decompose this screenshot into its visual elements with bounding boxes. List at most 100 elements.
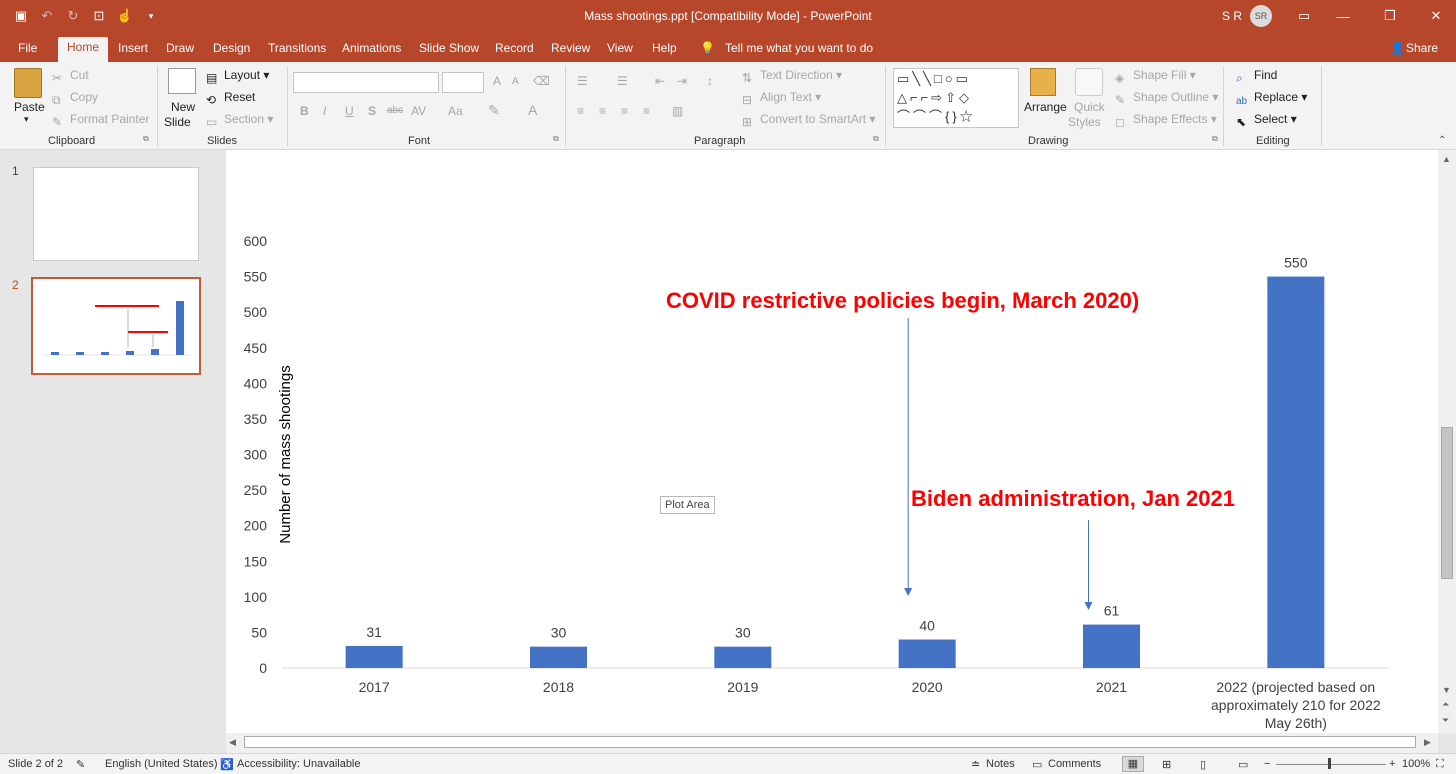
spelling-icon[interactable]: ✎ [76,758,85,771]
font-color-icon[interactable]: A [528,102,537,118]
tab-view[interactable]: View [607,39,633,61]
tab-file[interactable]: File [18,39,37,61]
clear-formatting-icon[interactable]: ⌫ [533,74,550,88]
align-center-icon[interactable]: ≡ [599,104,606,118]
shape-effects-button[interactable]: ◻ Shape Effects ▾ [1115,112,1217,129]
justify-icon[interactable]: ≡ [643,104,650,118]
replace-button[interactable]: ab Replace ▾ [1236,90,1307,110]
new-slide-label-1[interactable]: New [171,100,195,114]
arrange-button[interactable]: Arrange [1024,100,1067,114]
ribbon-display-options-icon[interactable]: ▭ [1291,5,1317,27]
reset-button[interactable]: ⟲ Reset [206,90,255,107]
minimize-icon[interactable]: — [1330,5,1356,27]
convert-smartart-button[interactable]: ⊞ Convert to SmartArt ▾ [742,112,875,129]
clipboard-launcher-icon[interactable]: ⧉ [143,134,149,144]
shadow-button[interactable]: S [368,104,376,118]
line-spacing-icon[interactable]: ↕ [707,74,713,88]
paste-dropdown-icon[interactable]: ▾ [24,114,29,125]
tab-record[interactable]: Record [495,39,534,61]
language-indicator[interactable]: English (United States) [105,758,218,770]
scroll-left-icon[interactable]: ◀ [229,737,236,748]
font-launcher-icon[interactable]: ⧉ [553,134,559,144]
scroll-down-icon[interactable]: ▼ [1442,685,1451,695]
scroll-right-icon[interactable]: ▶ [1424,737,1431,748]
normal-view-icon[interactable]: ▦ [1122,756,1144,772]
align-left-icon[interactable]: ≡ [577,104,584,118]
user-name[interactable]: S R [1222,9,1242,23]
change-case-button[interactable]: Aa [448,104,463,118]
slide-sorter-icon[interactable]: ⊞ [1162,758,1171,771]
slide-thumbnail-2[interactable] [31,277,201,375]
paste-icon[interactable] [14,68,42,98]
cut-button[interactable]: ✂ Cut [52,68,89,85]
bullets-icon[interactable]: ☰ [577,74,588,88]
zoom-out-icon[interactable]: − [1264,758,1270,770]
decrease-indent-icon[interactable]: ⇤ [655,74,665,88]
previous-slide-icon[interactable]: ⏶ [1442,699,1449,710]
zoom-level[interactable]: 100% [1402,758,1430,770]
tab-insert[interactable]: Insert [118,39,148,61]
avatar[interactable]: SR [1250,5,1272,27]
tab-animations[interactable]: Animations [342,39,401,61]
zoom-slider[interactable] [1276,764,1386,765]
accessibility-status[interactable]: Accessibility: Unavailable [237,758,361,770]
collapse-ribbon-icon[interactable]: ⌃ [1438,135,1446,146]
tab-review[interactable]: Review [551,39,590,61]
comments-button[interactable]: Comments [1048,758,1101,770]
paste-button[interactable]: Paste [14,100,45,114]
scroll-up-icon[interactable]: ▲ [1442,154,1451,164]
format-painter-button[interactable]: ✎ Format Painter [52,112,149,129]
paragraph-launcher-icon[interactable]: ⧉ [873,134,879,144]
new-slide-label-2[interactable]: Slide [164,115,191,129]
new-slide-icon[interactable] [168,68,196,94]
strikethrough-button[interactable]: abc [387,105,403,116]
shape-outline-button[interactable]: ✎ Shape Outline ▾ [1115,90,1218,107]
arrange-icon[interactable] [1030,68,1056,96]
tab-help[interactable]: Help [652,39,677,61]
layout-button[interactable]: ▤ Layout ▾ [206,68,269,85]
zoom-slider-thumb[interactable] [1328,758,1331,769]
align-text-button[interactable]: ⊟ Align Text ▾ [742,90,821,107]
slide-canvas[interactable]: 0 50 100 150 200 250 300 350 400 450 500 550 600 Numb… [226,150,1438,733]
horizontal-scrollbar[interactable]: ◀ ▶ [226,733,1438,753]
chart[interactable]: 0 50 100 150 200 250 300 350 400 450 500 550 600 Numb… [226,150,1438,733]
select-button[interactable]: ⬉ Select ▾ [1236,112,1297,129]
close-icon[interactable]: ✕ [1423,5,1449,27]
underline-button[interactable]: U [345,104,354,118]
italic-button[interactable]: I [323,104,326,118]
drawing-launcher-icon[interactable]: ⧉ [1212,134,1218,144]
slide-thumbnail-1[interactable] [33,167,199,261]
tell-me-search[interactable]: Tell me what you want to do [725,39,873,61]
columns-icon[interactable]: ▥ [672,104,683,118]
character-spacing-button[interactable]: AV [411,104,426,118]
reading-view-icon[interactable]: ▯ [1200,758,1206,771]
copy-button[interactable]: ⧉ Copy [52,90,98,107]
find-button[interactable]: ⌕ Find [1236,68,1277,85]
quick-styles-icon[interactable] [1075,68,1103,96]
shape-fill-button[interactable]: ◈ Shape Fill ▾ [1115,68,1196,85]
tab-design[interactable]: Design [213,39,250,61]
next-slide-icon[interactable]: ⏷ [1442,715,1449,726]
shrink-font-button[interactable]: A [512,76,519,87]
tab-draw[interactable]: Draw [166,39,194,61]
annotation-covid[interactable]: COVID restrictive policies begin, March … [666,288,1139,314]
vertical-scroll-thumb[interactable] [1441,427,1453,579]
restore-icon[interactable]: ❐ [1377,5,1403,27]
tab-transitions[interactable]: Transitions [268,39,326,61]
font-name-combo[interactable] [293,72,439,93]
text-direction-button[interactable]: ⇅ Text Direction ▾ [742,68,842,85]
increase-indent-icon[interactable]: ⇥ [677,74,687,88]
zoom-in-icon[interactable]: + [1389,758,1395,770]
section-button[interactable]: ▭ Section ▾ [206,112,273,129]
slide-show-icon[interactable]: ▭ [1238,758,1248,771]
notes-button[interactable]: Notes [986,758,1015,770]
highlight-icon[interactable]: ✎ [488,102,500,119]
share-icon[interactable]: 👤 [1390,39,1405,61]
shapes-gallery[interactable]: ▭╲╲□○▭ △⌐⌐⇨⇧◇ ⌒⌒⌒{}☆ [893,68,1019,128]
vertical-scrollbar[interactable]: ▲ ▼ ⏶ ⏷ [1438,150,1456,733]
share-button[interactable]: Share [1406,39,1438,61]
annotation-biden[interactable]: Biden administration, Jan 2021 [911,486,1235,512]
grow-font-button[interactable]: A [493,74,501,88]
fit-to-window-icon[interactable]: ⛶ [1436,758,1444,771]
align-right-icon[interactable]: ≡ [621,104,628,118]
